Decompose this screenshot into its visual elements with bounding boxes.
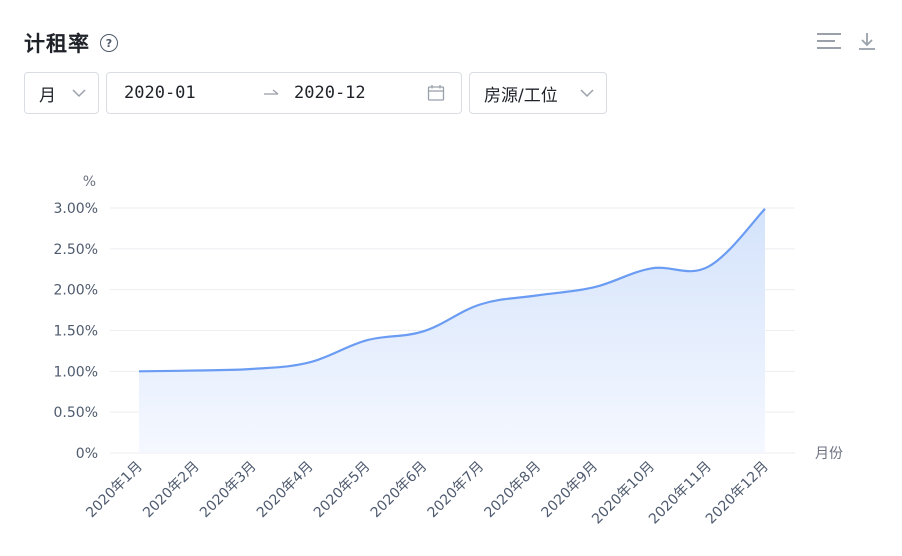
rent-rate-area-chart: 0% 0.50% 1.00% 1.50% 2.00% 2.50% 3.00% 2020年1月… xyxy=(54,174,843,527)
chevron-down-icon xyxy=(72,83,86,103)
x-tick-label: 2020年3月 xyxy=(197,459,260,522)
x-tick-label: 2020年8月 xyxy=(482,459,545,522)
x-tick-label: 2020年5月 xyxy=(311,459,374,522)
x-tick-label: 2020年9月 xyxy=(538,459,601,522)
granularity-value: 月 xyxy=(39,85,56,106)
granularity-select[interactable]: 月 xyxy=(24,72,99,114)
y-tick-label: 2.00% xyxy=(54,283,98,299)
category-value: 房源/工位 xyxy=(484,85,558,106)
date-end-input[interactable]: 2020-12 xyxy=(294,83,366,103)
question-circle-icon[interactable]: ? xyxy=(100,34,118,52)
x-tick-label: 2020年2月 xyxy=(140,459,203,522)
chart-header: 计租率 ? xyxy=(24,26,118,60)
download-icon[interactable] xyxy=(854,30,880,52)
y-tick-label: 0% xyxy=(76,446,98,462)
chevron-down-icon xyxy=(580,83,594,103)
date-range-picker[interactable]: 2020-01 2020-12 xyxy=(106,72,462,114)
y-tick-label: 1.00% xyxy=(54,364,98,380)
y-axis-label: % xyxy=(83,174,96,190)
range-arrow-icon xyxy=(262,84,280,107)
category-select[interactable]: 房源/工位 xyxy=(469,72,607,114)
x-tick-label: 2020年6月 xyxy=(368,459,431,522)
list-lines-icon[interactable] xyxy=(816,30,842,52)
y-tick-label: 1.50% xyxy=(54,324,98,340)
page-title: 计租率 xyxy=(24,32,90,56)
date-start-input[interactable]: 2020-01 xyxy=(124,83,196,103)
x-tick-label: 2020年4月 xyxy=(254,459,317,522)
x-axis-label: 月份 xyxy=(815,446,843,462)
y-tick-label: 2.50% xyxy=(54,242,98,258)
x-tick-label: 2020年7月 xyxy=(425,459,488,522)
x-tick-label: 2020年1月 xyxy=(83,459,146,522)
filter-bar: 月 2020-01 2020-12 房源/工位 xyxy=(24,72,607,114)
calendar-icon[interactable] xyxy=(427,84,445,107)
y-tick-label: 3.00% xyxy=(54,201,98,217)
toolbar xyxy=(816,30,880,52)
y-tick-label: 0.50% xyxy=(54,405,98,421)
